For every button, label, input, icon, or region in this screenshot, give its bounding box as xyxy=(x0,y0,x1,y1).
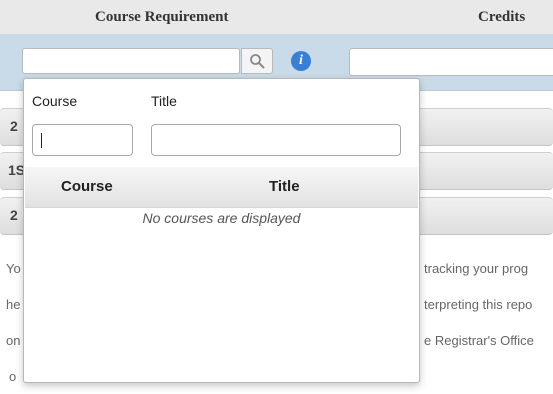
course-lookup-popup: Course Title Course Title No courses are… xyxy=(23,78,420,383)
title-filter-label: Title xyxy=(151,93,177,109)
table-header xyxy=(0,0,553,34)
magnifier-icon xyxy=(250,54,265,69)
course-filter-label: Course xyxy=(32,93,78,109)
results-column-course[interactable]: Course xyxy=(61,178,113,195)
credits-header: Credits xyxy=(478,9,526,25)
row-fragment: 2 xyxy=(10,207,18,223)
search-button[interactable] xyxy=(241,48,273,74)
credits-input[interactable] xyxy=(349,48,553,76)
results-column-title[interactable]: Title xyxy=(269,178,300,195)
background-text: on xyxy=(6,333,21,348)
results-header: Course Title xyxy=(25,167,418,208)
title-filter-input[interactable] xyxy=(151,124,401,156)
background-text: Yo xyxy=(6,261,21,276)
course-requirement-input[interactable] xyxy=(22,48,240,74)
info-icon[interactable]: i xyxy=(291,51,311,71)
background-text: tracking your prog xyxy=(424,261,529,276)
course-requirement-header: Course Requirement xyxy=(95,9,229,25)
text-caret xyxy=(41,133,42,148)
row-fragment: 2 xyxy=(10,118,18,134)
course-filter-input[interactable] xyxy=(32,124,133,156)
background-text: o xyxy=(9,369,17,384)
background-text: e Registrar's Office xyxy=(424,333,534,348)
empty-results-message: No courses are displayed xyxy=(142,210,301,226)
background-text: terpreting this repo xyxy=(424,297,533,312)
background-text: he xyxy=(6,297,21,312)
